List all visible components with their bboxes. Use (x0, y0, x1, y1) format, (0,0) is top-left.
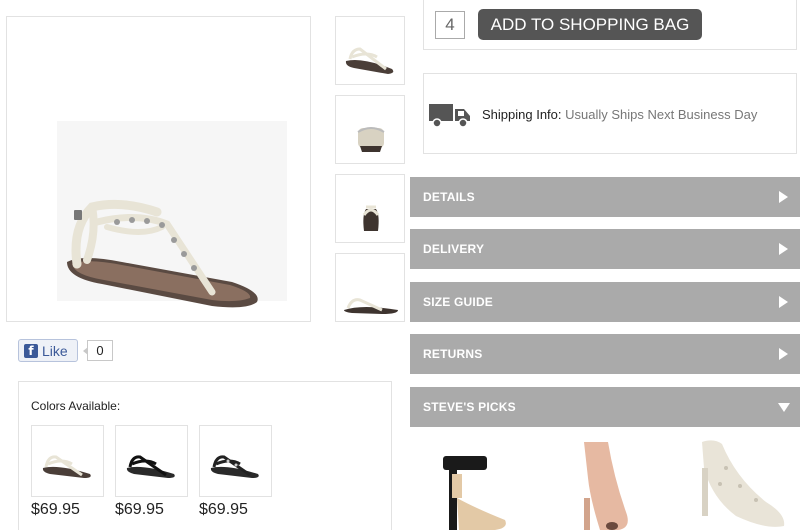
thumbnail-3[interactable] (335, 174, 405, 243)
sandal-thumbnail-image (357, 127, 385, 152)
like-label: Like (42, 342, 68, 359)
pick-product-3[interactable] (696, 438, 796, 530)
arrow-right-icon (779, 296, 788, 308)
embellished-pump-image (702, 440, 785, 527)
colors-panel: Colors Available: $69.95 $69.95 $69.95 (18, 381, 392, 530)
accordion-label: DETAILS (423, 190, 475, 204)
quantity-input[interactable] (435, 11, 465, 39)
accordion-label: RETURNS (423, 347, 483, 361)
shipping-info-text: Shipping Info: Usually Ships Next Busine… (482, 107, 757, 122)
accordion-delivery[interactable]: DELIVERY (410, 229, 800, 269)
color-swatch-bone[interactable] (31, 425, 104, 497)
shipping-info-panel: Shipping Info: Usually Ships Next Busine… (423, 73, 797, 154)
sandal-thumbnail-image (344, 298, 398, 314)
swatch-price: $69.95 (115, 501, 164, 518)
accordion-details[interactable]: DETAILS (410, 177, 800, 217)
colors-title: Colors Available: (31, 399, 121, 413)
sandal-thumbnail-image (362, 205, 380, 231)
black-nude-pump-image (443, 456, 506, 530)
pick-product-1[interactable] (435, 438, 515, 530)
arrow-right-icon (779, 243, 788, 255)
thumbnail-1[interactable] (335, 16, 405, 85)
swatch-price: $69.95 (31, 501, 80, 518)
sandal-swatch-image (42, 455, 91, 478)
arrow-down-icon (778, 403, 790, 412)
accordion-steves-picks[interactable]: STEVE'S PICKS (410, 387, 800, 427)
arrow-right-icon (779, 348, 788, 360)
thumbnail-2[interactable] (335, 95, 405, 164)
shipping-label: Shipping Info: (482, 107, 562, 122)
accordion-label: SIZE GUIDE (423, 295, 494, 309)
sandal-thumbnail-image (345, 47, 394, 74)
pick-product-2[interactable] (570, 438, 640, 530)
sandal-image (67, 199, 258, 308)
shipping-value: Usually Ships Next Business Day (565, 107, 758, 122)
facebook-icon: f (24, 343, 38, 358)
thumbnail-4[interactable] (335, 253, 405, 322)
color-swatch-black[interactable] (115, 425, 188, 497)
delivery-truck-icon (429, 104, 470, 128)
add-to-shopping-bag-button[interactable]: ADD TO SHOPPING BAG (478, 9, 702, 40)
accordion-label: DELIVERY (423, 242, 485, 256)
main-product-image[interactable] (6, 16, 311, 322)
sandal-swatch-image (126, 455, 175, 478)
color-swatch-black-silver[interactable] (199, 425, 272, 497)
arrow-right-icon (779, 191, 788, 203)
facebook-like-button[interactable]: f Like (18, 339, 78, 362)
accordion-returns[interactable]: RETURNS (410, 334, 800, 374)
add-to-bag-panel: ADD TO SHOPPING BAG (423, 0, 797, 50)
sandal-swatch-image (210, 455, 259, 478)
swatch-price: $69.95 (199, 501, 248, 518)
accordion-label: STEVE'S PICKS (423, 400, 516, 414)
blush-bootie-image (584, 442, 628, 530)
like-count: 0 (83, 340, 113, 361)
accordion-size-guide[interactable]: SIZE GUIDE (410, 282, 800, 322)
